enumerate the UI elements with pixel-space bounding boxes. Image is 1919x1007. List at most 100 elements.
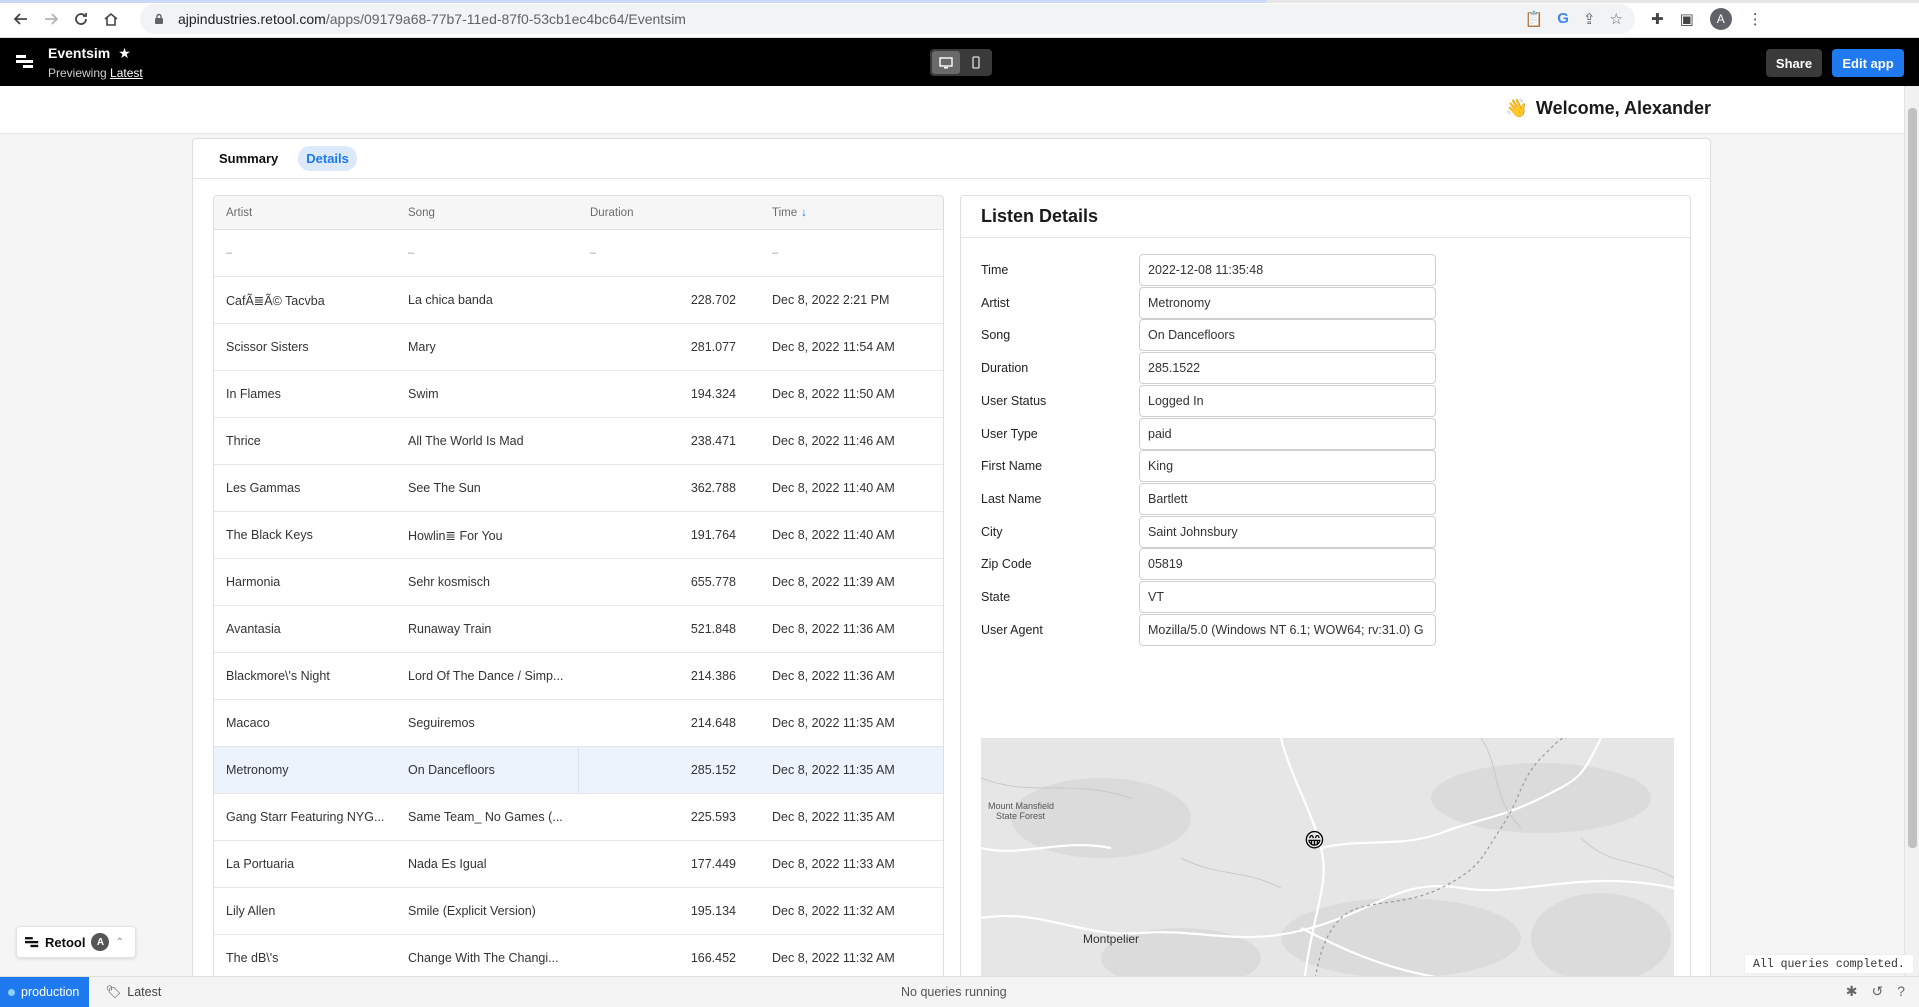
song-input[interactable]: On Dancefloors bbox=[1139, 319, 1436, 352]
release-selector[interactable]: 🏷 Latest bbox=[105, 985, 161, 1000]
details-title: Listen Details bbox=[961, 196, 1690, 238]
cell-duration: 191.764 bbox=[690, 528, 736, 542]
extensions-puzzle-icon[interactable]: ✚ bbox=[1651, 10, 1664, 28]
status-bar: production 🏷 Latest No queries running ✱… bbox=[0, 976, 1919, 1007]
cell-duration: 166.452 bbox=[690, 951, 736, 965]
welcome-message: 👋 Welcome, Alexander bbox=[1506, 98, 1712, 119]
artist-input[interactable]: Metronomy bbox=[1139, 286, 1436, 319]
cell-artist: Metronomy bbox=[226, 763, 289, 777]
page-scrollbar[interactable] bbox=[1904, 86, 1919, 976]
column-header-duration[interactable]: Duration bbox=[578, 196, 760, 230]
google-icon[interactable]: G bbox=[1557, 10, 1569, 27]
table-row[interactable]: Harmonia Sehr kosmisch 655.778 Dec 8, 2022 … bbox=[214, 559, 943, 606]
bookmark-star-icon[interactable]: ☆ bbox=[1610, 10, 1623, 28]
edit-app-button[interactable]: Edit app bbox=[1832, 49, 1904, 77]
cell-song: Howlin≣ For You bbox=[408, 528, 503, 543]
cell-time: Dec 8, 2022 11:46 AM bbox=[772, 434, 895, 448]
table-row[interactable]: Metronomy On Dancefloors 285.152 Dec 8, 202… bbox=[214, 746, 943, 794]
table-row[interactable]: Les Gammas See The Sun 362.788 Dec 8, 2022 … bbox=[214, 465, 943, 512]
version-link[interactable]: Latest bbox=[110, 66, 143, 80]
retool-badge[interactable]: Retool A ⌃ bbox=[16, 926, 136, 958]
form-row-first-name: First Name King bbox=[981, 450, 1436, 483]
cell-song: – bbox=[408, 247, 415, 259]
table-row[interactable]: Lily Allen Smile (Explicit Version) 195.13… bbox=[214, 888, 943, 935]
cell-duration: 214.386 bbox=[690, 669, 736, 683]
app-header: Eventsim ★ Previewing Latest Share Edit … bbox=[0, 38, 1919, 86]
share-button[interactable]: Share bbox=[1766, 49, 1822, 77]
desktop-view-icon[interactable] bbox=[932, 51, 960, 74]
tab-summary[interactable]: Summary bbox=[211, 146, 286, 171]
cell-time: Dec 8, 2022 2:21 PM bbox=[772, 293, 890, 307]
side-panel-icon[interactable]: ▣ bbox=[1680, 10, 1694, 28]
table-row[interactable]: Blackmore\'s Night Lord Of The Dance / Si… bbox=[214, 653, 943, 700]
retool-user-avatar: A bbox=[91, 933, 110, 951]
clipboard-icon[interactable]: 📋 bbox=[1525, 10, 1544, 28]
forward-icon[interactable] bbox=[36, 4, 66, 34]
time-input[interactable]: 2022-12-08 11:35:48 bbox=[1139, 254, 1436, 286]
city-input[interactable]: Saint Johnsbury bbox=[1139, 515, 1436, 548]
form-row-last-name: Last Name Bartlett bbox=[981, 482, 1436, 515]
cell-artist: In Flames bbox=[226, 387, 281, 401]
cell-song: Nada Es Igual bbox=[408, 857, 487, 871]
table-row[interactable]: The Black Keys Howlin≣ For You 191.764 Dec … bbox=[214, 512, 943, 559]
app-menu-icon[interactable] bbox=[10, 47, 40, 77]
cell-time: Dec 8, 2022 11:35 AM bbox=[772, 716, 895, 730]
address-bar[interactable]: ajpindustries.retool.com/apps/09179a68-7… bbox=[140, 3, 1635, 34]
duration-input[interactable]: 285.1522 bbox=[1139, 352, 1436, 385]
reload-icon[interactable] bbox=[66, 4, 96, 34]
first-name-input[interactable]: King bbox=[1139, 450, 1436, 483]
column-header-time[interactable]: Time ↓ bbox=[760, 196, 943, 230]
wave-emoji: 👋 bbox=[1505, 98, 1528, 118]
form-row-state: State VT bbox=[981, 581, 1436, 613]
tabbed-container: Summary Details Artist Song Duration Tim… bbox=[192, 138, 1711, 976]
cell-song: All The World Is Mad bbox=[408, 434, 524, 448]
field-label: User Agent bbox=[981, 622, 1043, 637]
table-row[interactable]: Macaco Seguiremos 214.648 Dec 8, 2022 11:35… bbox=[214, 700, 943, 747]
tab-details[interactable]: Details bbox=[298, 146, 357, 171]
column-header-song[interactable]: Song bbox=[396, 196, 578, 230]
cell-artist: Blackmore\'s Night bbox=[226, 669, 330, 683]
tab-bar: Summary Details bbox=[193, 139, 1710, 179]
cell-artist: The Black Keys bbox=[226, 528, 313, 542]
mobile-view-icon[interactable] bbox=[962, 51, 990, 74]
location-map[interactable]: Mount Mansfield State Forest Montpelier … bbox=[981, 738, 1674, 976]
user-agent-input[interactable]: Mozilla/5.0 (Windows NT 6.1; WOW64; rv:3… bbox=[1139, 613, 1436, 646]
back-icon[interactable] bbox=[6, 4, 36, 34]
favorite-star-icon[interactable]: ★ bbox=[118, 45, 131, 62]
share-page-icon[interactable]: ⇪ bbox=[1583, 10, 1596, 28]
table-row[interactable]: Scissor Sisters Mary 281.077 Dec 8, 2022 11… bbox=[214, 324, 943, 371]
zip-code-input[interactable]: 05819 bbox=[1139, 548, 1436, 581]
help-icon[interactable]: ? bbox=[1897, 983, 1905, 1000]
cell-time: Dec 8, 2022 11:32 AM bbox=[772, 951, 895, 965]
browser-menu-icon[interactable]: ⋮ bbox=[1748, 10, 1763, 28]
scrollbar-thumb[interactable] bbox=[1908, 108, 1917, 848]
cell-song: La chica banda bbox=[408, 293, 493, 307]
home-icon[interactable] bbox=[96, 4, 126, 34]
state-input[interactable]: VT bbox=[1139, 581, 1436, 613]
table-row[interactable]: Gang Starr Featuring NYG... Same Team_ No… bbox=[214, 794, 943, 841]
user-type-input[interactable]: paid bbox=[1139, 417, 1436, 450]
table-row[interactable]: Avantasia Runaway Train 521.848 Dec 8, 2022… bbox=[214, 606, 943, 653]
environment-selector[interactable]: production bbox=[0, 976, 90, 1007]
table-row[interactable]: La Portuaria Nada Es Igual 177.449 Dec 8, 2… bbox=[214, 841, 943, 888]
column-header-artist[interactable]: Artist bbox=[214, 196, 396, 230]
map-label-forest-line2: State Forest bbox=[996, 811, 1046, 821]
last-name-input[interactable]: Bartlett bbox=[1139, 482, 1436, 515]
form-row-user-type: User Type paid bbox=[981, 417, 1436, 450]
profile-avatar[interactable]: A bbox=[1709, 7, 1732, 30]
user-status-input[interactable]: Logged In bbox=[1139, 384, 1436, 417]
map-marker-emoji[interactable]: 😁 bbox=[1304, 830, 1325, 852]
cell-duration: 177.449 bbox=[690, 857, 736, 871]
form-row-user-status: User Status Logged In bbox=[981, 384, 1436, 417]
cell-song: Swim bbox=[408, 387, 439, 401]
table-row-empty[interactable]: – – – – bbox=[214, 230, 943, 277]
table-row[interactable]: Thrice All The World Is Mad 238.471 Dec 8, … bbox=[214, 418, 943, 465]
history-icon[interactable]: ↺ bbox=[1871, 983, 1883, 1000]
table-row[interactable]: The dB\'s Change With The Changi... 166.45… bbox=[214, 935, 943, 976]
table-row[interactable]: CafÃ≣Ã© Tacvba La chica banda 228.702 Dec 8… bbox=[214, 277, 943, 324]
table-row[interactable]: In Flames Swim 194.324 Dec 8, 2022 11:50 AM bbox=[214, 371, 943, 418]
cell-time: Dec 8, 2022 11:36 AM bbox=[772, 669, 895, 683]
chevron-up-icon[interactable]: ⌃ bbox=[115, 937, 123, 948]
app-title: Eventsim bbox=[48, 45, 111, 61]
debug-bug-icon[interactable]: ✱ bbox=[1846, 983, 1858, 1000]
